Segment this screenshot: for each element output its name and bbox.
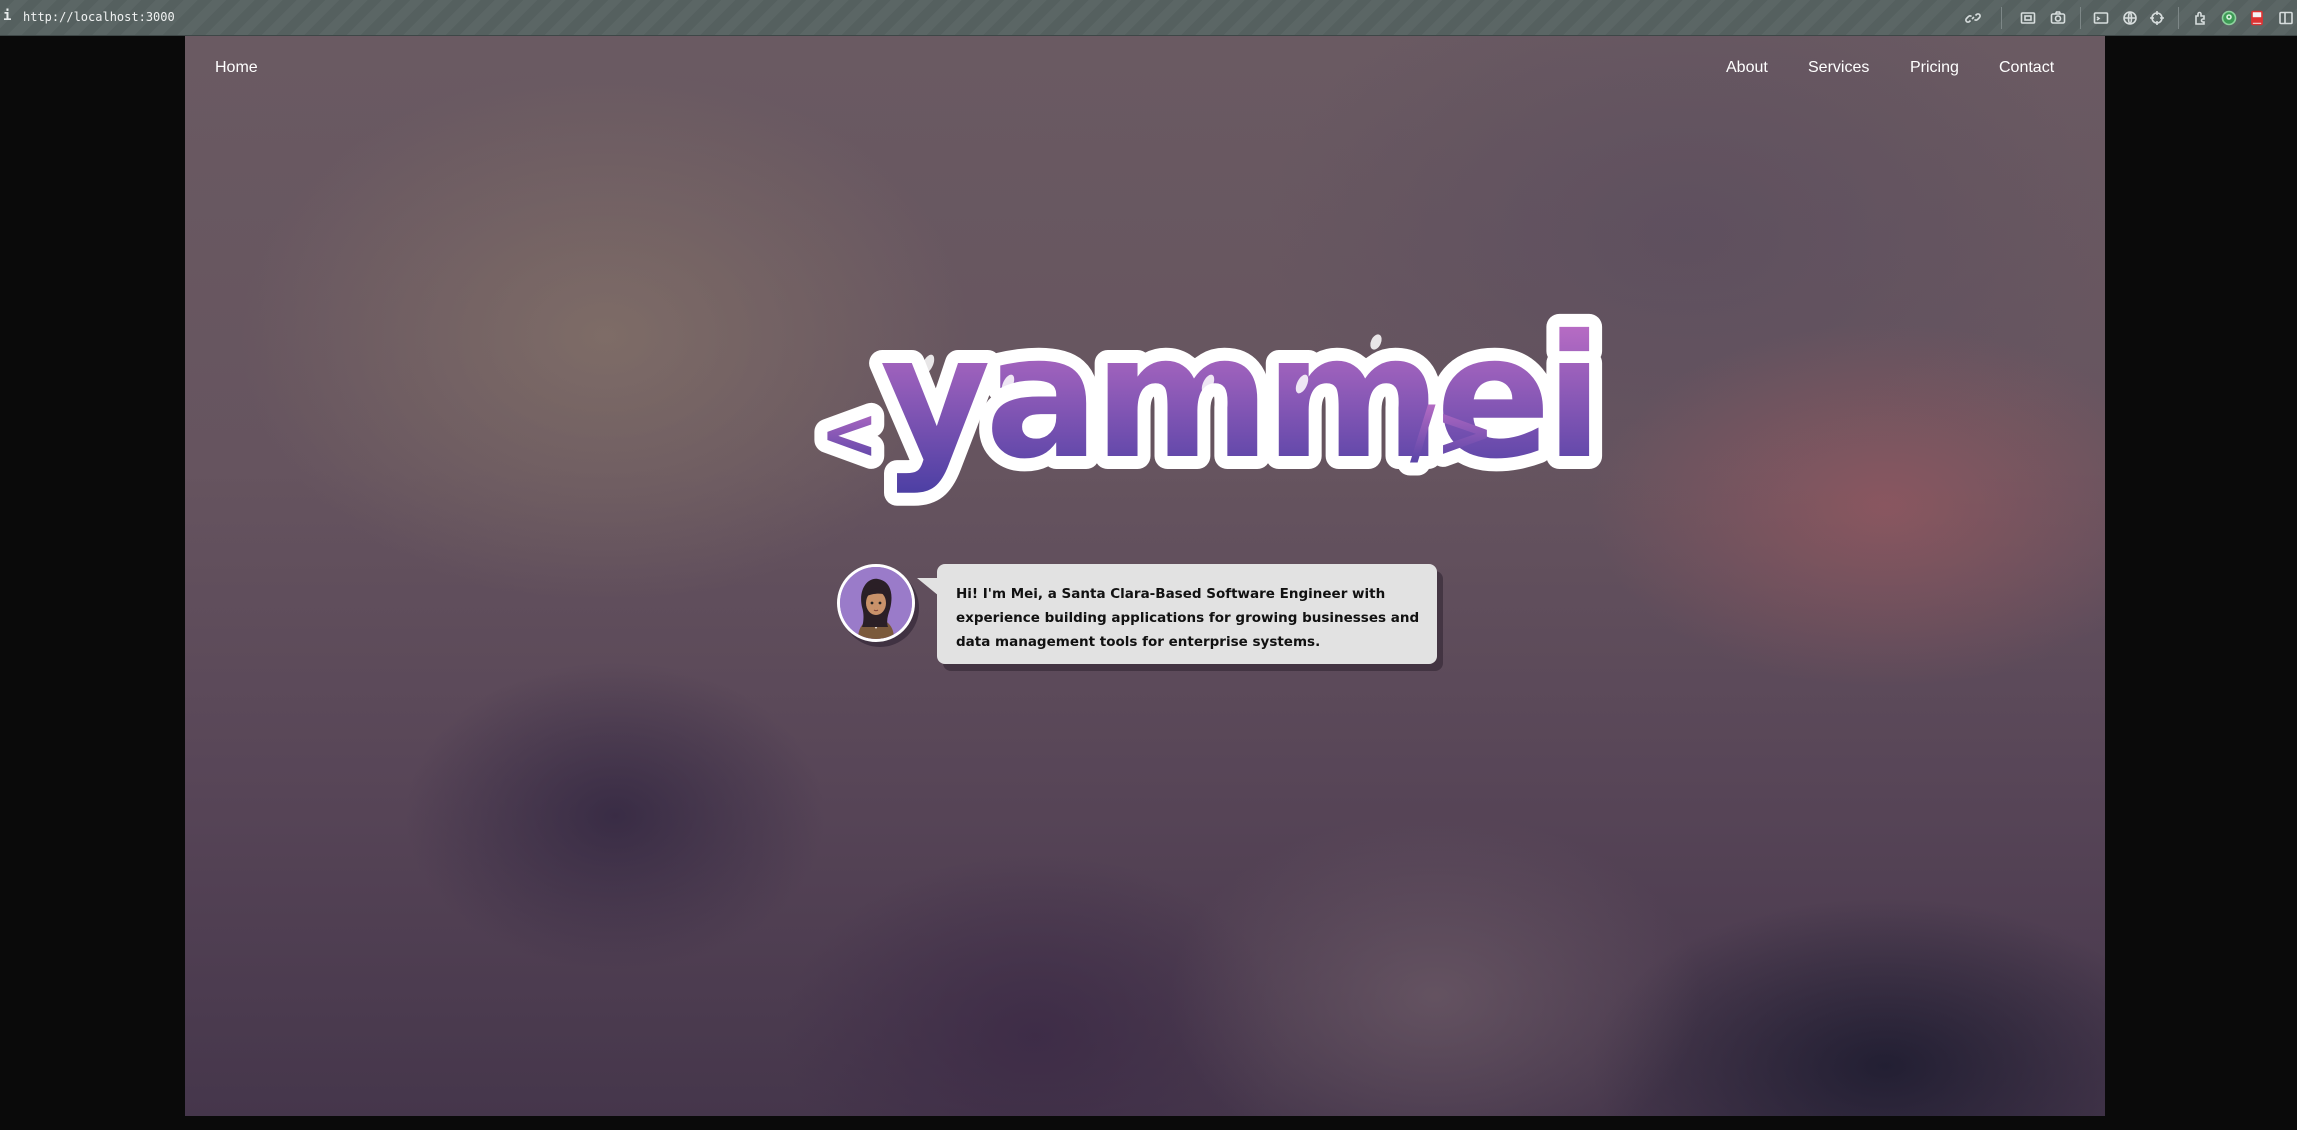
profile-icon[interactable]	[2219, 8, 2239, 28]
intro-speech-bubble: Hi! I'm Mei, a Santa Clara-Based Softwar…	[917, 564, 1437, 664]
intro-text: Hi! I'm Mei, a Santa Clara-Based Softwar…	[956, 586, 1420, 650]
address-bar[interactable]: http://localhost:3000	[23, 10, 175, 24]
page-viewport: Home About Services Pricing Contact < ya…	[185, 36, 2105, 1116]
terminal-icon[interactable]	[2091, 8, 2111, 28]
site-info-icon[interactable]: i	[3, 8, 11, 24]
toolbar-divider	[2001, 7, 2002, 29]
pdf-icon[interactable]	[2247, 8, 2267, 28]
nav-pricing-link[interactable]: Pricing	[1910, 59, 1959, 77]
avatar	[837, 564, 915, 642]
toolbar-divider	[2080, 7, 2081, 29]
link-icon[interactable]	[1963, 8, 1983, 28]
browser-toolbar: i http://localhost:3000	[0, 0, 2297, 36]
logo-graphic: < yammei /> < yammei />	[807, 286, 1616, 510]
camera-icon[interactable]	[2048, 8, 2068, 28]
sidebar-icon[interactable]	[2276, 8, 2296, 28]
extensions-icon[interactable]	[2191, 8, 2211, 28]
toolbar-divider	[2178, 7, 2179, 29]
nav-services-link[interactable]: Services	[1808, 59, 1869, 77]
avatar-illustration	[840, 567, 912, 639]
nav-contact-link[interactable]: Contact	[1999, 59, 2054, 77]
logo-open-bracket: <	[820, 393, 879, 475]
nav-about-link[interactable]: About	[1726, 59, 1768, 77]
globe-icon[interactable]	[2120, 8, 2140, 28]
crosshair-icon[interactable]	[2147, 8, 2167, 28]
logo-close-bracket: />	[1410, 391, 1494, 473]
nav-home-link[interactable]: Home	[215, 59, 258, 77]
screenshot-icon[interactable]	[2018, 8, 2038, 28]
site-logo: < yammei /> < yammei />	[807, 286, 1616, 510]
